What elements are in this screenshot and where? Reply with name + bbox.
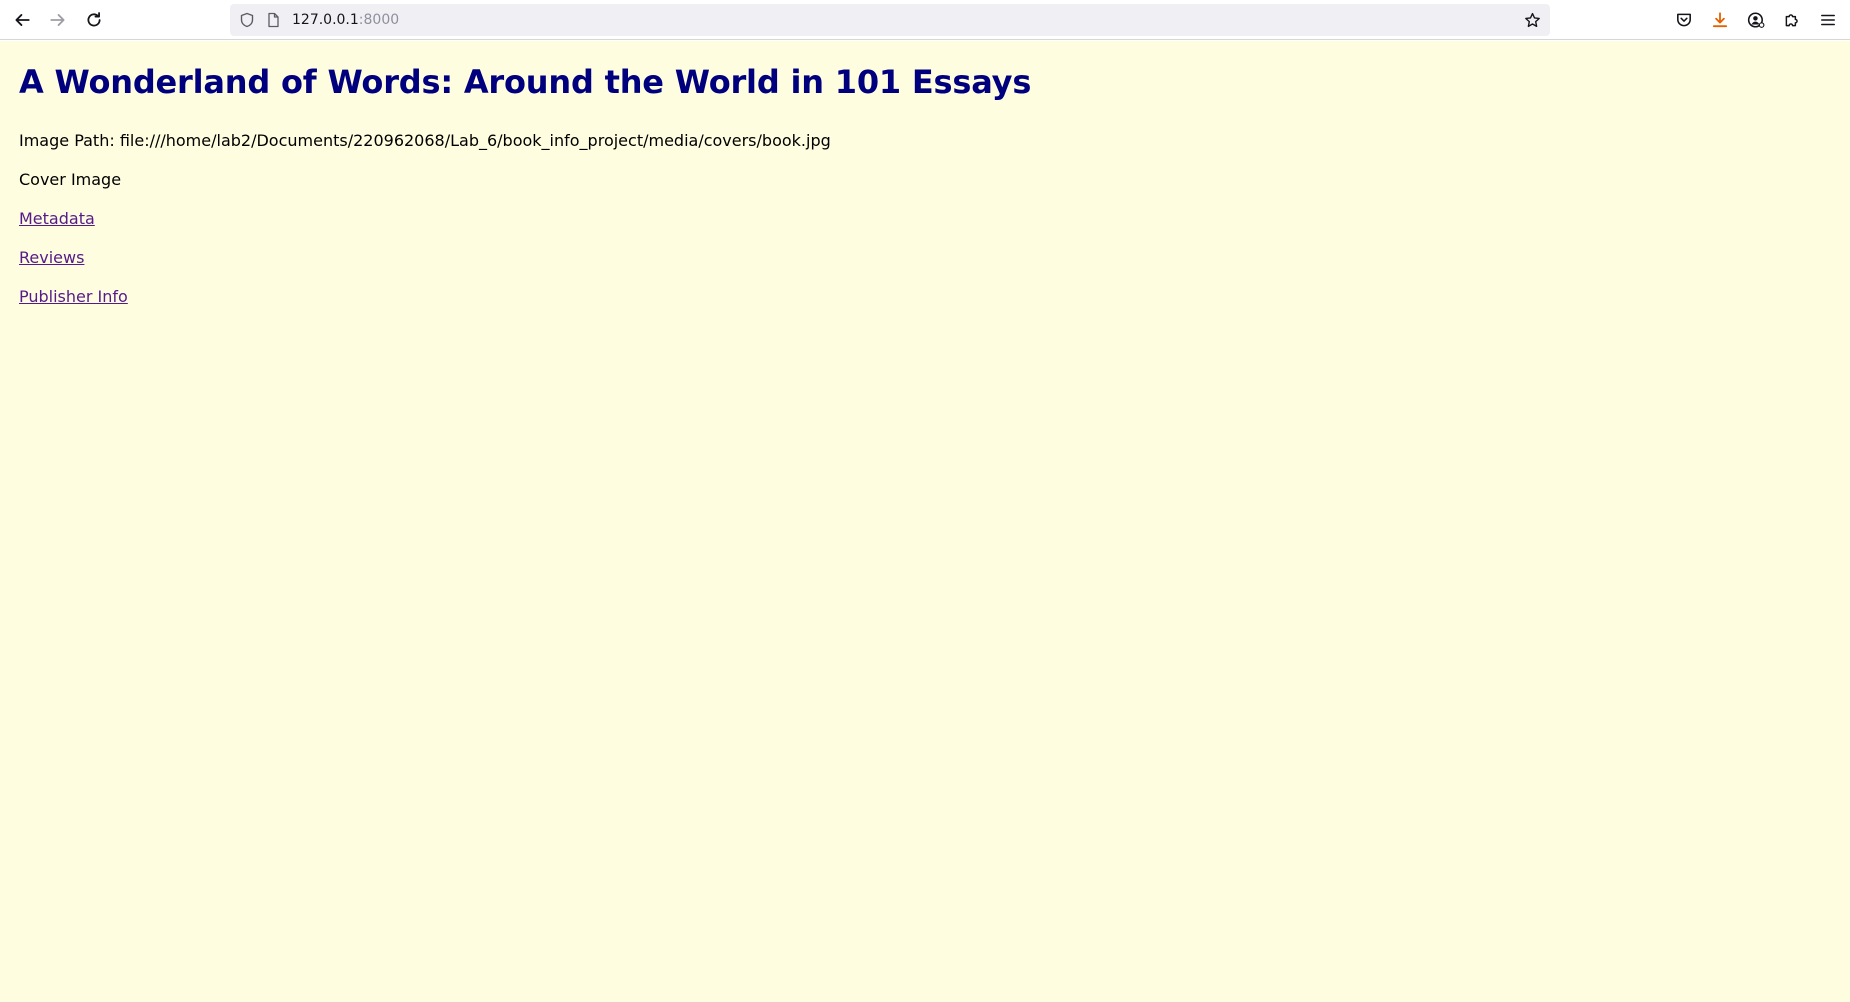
book-title: A Wonderland of Words: Around the World … [19,63,1032,101]
arrow-right-icon [50,14,65,26]
address-bar[interactable]: 127.0.0.1:8000 [230,4,1550,36]
hamburger-menu-icon [1821,14,1835,26]
url-text[interactable]: 127.0.0.1:8000 [292,12,399,28]
reload-icon [87,12,101,27]
bookmark-star-button[interactable] [1520,8,1544,32]
app-menu-button[interactable] [1812,4,1844,36]
downloads-button[interactable] [1704,4,1736,36]
reviews-link[interactable]: Reviews [19,248,84,267]
shield-icon[interactable] [238,11,256,29]
publisher-info-link-row: Publisher Info [19,287,128,306]
reviews-link-row: Reviews [19,248,84,267]
page-icon[interactable] [264,11,282,29]
image-path-text: Image Path: file:///home/lab2/Documents/… [19,131,831,150]
publisher-info-link[interactable]: Publisher Info [19,287,128,306]
url-port: :8000 [358,12,400,28]
extensions-button[interactable] [1776,4,1808,36]
url-host: 127.0.0.1 [292,12,359,28]
account-icon [1747,12,1765,28]
puzzle-icon [1785,14,1798,27]
pocket-icon [1677,13,1691,27]
reload-button[interactable] [78,4,110,36]
metadata-link[interactable]: Metadata [19,209,95,228]
back-button[interactable] [6,4,38,36]
browser-toolbar: 127.0.0.1:8000 [0,0,1850,40]
pocket-button[interactable] [1668,4,1700,36]
star-icon [1524,12,1540,27]
account-button[interactable] [1740,4,1772,36]
cover-image-alt-text: Cover Image [19,170,122,189]
metadata-link-row: Metadata [19,209,95,228]
page-content: A Wonderland of Words: Around the World … [0,41,1850,1002]
arrow-left-icon [15,14,30,26]
download-icon [1712,12,1728,28]
forward-button[interactable] [42,4,74,36]
